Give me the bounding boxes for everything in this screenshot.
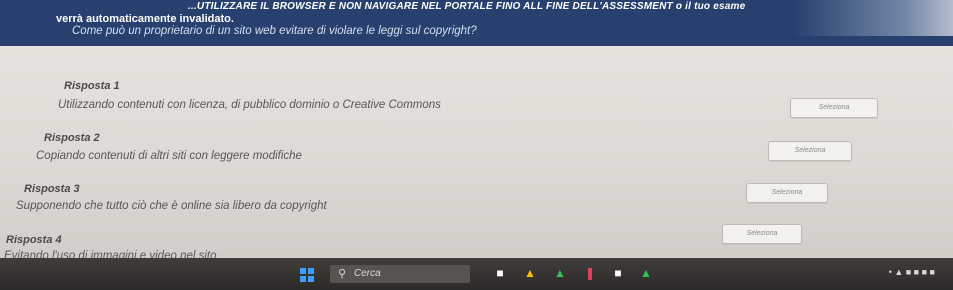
screen: ...UTILIZZARE IL BROWSER E NON NAVIGARE … — [0, 0, 953, 290]
windows-start-icon[interactable] — [300, 268, 314, 282]
select-answer-3-button[interactable]: Seleziona — [746, 183, 828, 203]
answer-text: Utilizzando contenuti con licenza, di pu… — [58, 99, 441, 111]
file-explorer-icon[interactable]: ■ — [492, 265, 508, 281]
answer-1[interactable]: Risposta 1 Utilizzando contenuti con lic… — [58, 80, 441, 111]
taskbar: ⚲ Cerca ■ ▲ ▲ ❚ ■ ▲ • ▲ ■ ■ ■ ■ — [0, 258, 953, 290]
app-icon-3[interactable]: ▲ — [638, 265, 654, 281]
browser-icon[interactable]: ▲ — [522, 265, 538, 281]
select-answer-1-button[interactable]: Seleziona — [790, 98, 878, 118]
warning-line-1: ...UTILIZZARE IL BROWSER E NON NAVIGARE … — [188, 1, 746, 12]
search-label: Cerca — [354, 268, 381, 279]
app-icon-2[interactable]: ■ — [610, 265, 626, 281]
select-answer-2-button[interactable]: Seleziona — [768, 141, 852, 161]
answer-text: Copiando contenuti di altri siti con leg… — [36, 150, 302, 162]
store-icon[interactable]: ▲ — [552, 265, 568, 281]
app-icon[interactable]: ❚ — [582, 265, 598, 281]
answer-title: Risposta 2 — [44, 132, 100, 144]
answer-3[interactable]: Risposta 3 Supponendo che tutto ciò che … — [16, 183, 327, 212]
answer-2[interactable]: Risposta 2 Copiando contenuti di altri s… — [36, 132, 302, 162]
answer-title: Risposta 1 — [64, 80, 120, 92]
answer-title: Risposta 4 — [6, 234, 62, 246]
answer-text: Supponendo che tutto ciò che è online si… — [16, 200, 327, 212]
answer-title: Risposta 3 — [24, 183, 80, 195]
taskbar-search[interactable]: ⚲ Cerca — [330, 265, 470, 283]
select-answer-4-button[interactable]: Seleziona — [722, 224, 802, 244]
search-icon: ⚲ — [338, 268, 347, 280]
system-tray: • ▲ ■ ■ ■ ■ — [888, 267, 935, 277]
screen-glare — [793, 0, 953, 36]
question-text: Come può un proprietario di un sito web … — [72, 25, 477, 37]
